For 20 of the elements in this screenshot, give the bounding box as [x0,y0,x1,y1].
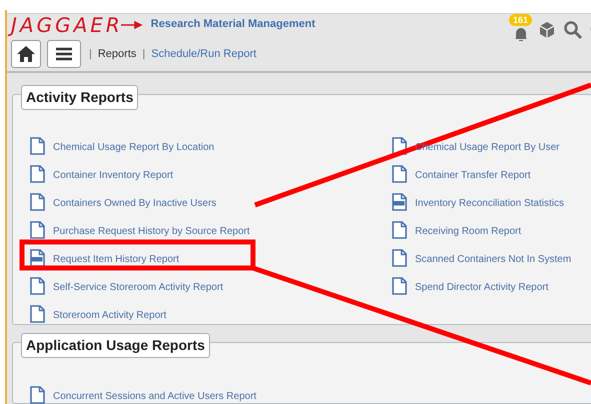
report-link[interactable]: Container Transfer Report [415,168,531,183]
section-title: Activity Reports [21,85,138,110]
report-link[interactable]: Inventory Reconciliation Statistics [415,196,564,211]
breadcrumb-link[interactable]: Schedule/Run Report [151,46,256,62]
report-link[interactable]: Containers Owned By Inactive Users [53,196,216,211]
report-link[interactable]: Concurrent Sessions and Active Users Report [53,389,256,404]
report-link[interactable]: Storeroom Activity Report [53,308,166,323]
report-link[interactable]: Receiving Room Report [415,224,522,239]
breadcrumb-item: Reports [98,46,136,62]
report-link[interactable]: Chemical Usage Report By Location [53,140,214,155]
report-link[interactable]: Spend Director Activity Report [415,280,548,295]
notification-badge: 161 [509,14,532,26]
report-link[interactable]: Scanned Containers Not In System [415,252,572,267]
breadcrumb-separator: | [89,46,92,62]
report-link[interactable]: Self-Service Storeroom Activity Report [53,280,224,295]
report-link[interactable]: Container Inventory Report [53,168,174,183]
report-link[interactable]: Purchase Request History by Source Report [53,224,250,239]
app-title: Research Material Management [150,17,316,32]
section-title: Application Usage Reports [21,333,210,358]
breadcrumb-separator: | [142,46,146,62]
